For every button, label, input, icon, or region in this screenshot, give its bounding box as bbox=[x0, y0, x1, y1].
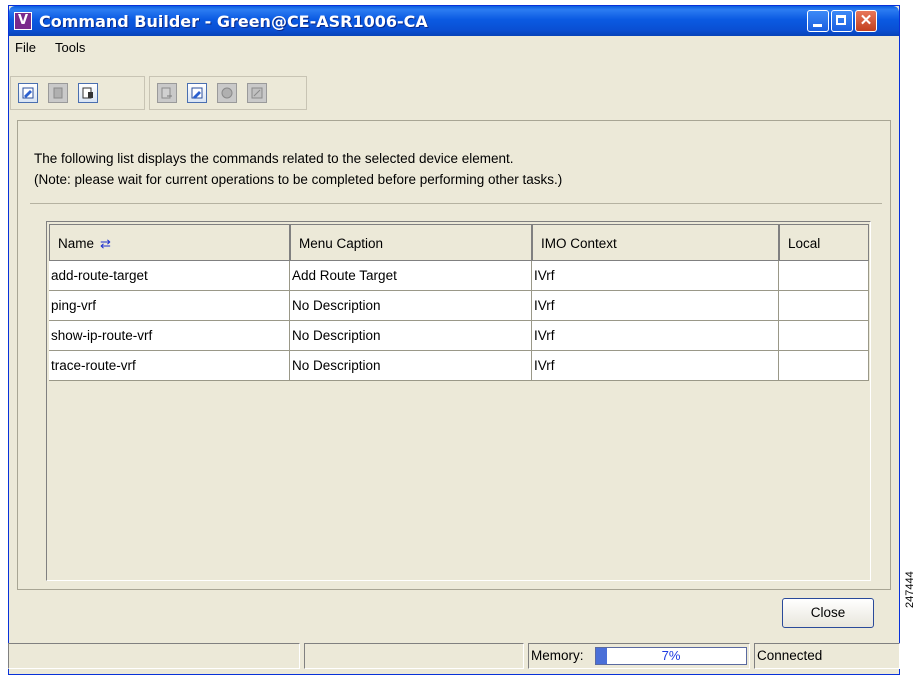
figure-number: 247444 bbox=[904, 571, 916, 608]
cell-menu-caption: No Description bbox=[290, 291, 532, 321]
app-icon: V bbox=[14, 12, 32, 30]
title-bar[interactable]: V Command Builder - Green@CE-ASR1006-CA bbox=[9, 6, 899, 36]
window-title: Command Builder - Green@CE-ASR1006-CA bbox=[39, 12, 428, 31]
column-header-name[interactable]: Name ⇄ bbox=[49, 224, 290, 261]
cell-local bbox=[779, 261, 869, 291]
cell-local bbox=[779, 291, 869, 321]
menu-tools[interactable]: Tools bbox=[55, 40, 85, 55]
column-header-name-label: Name bbox=[58, 236, 95, 251]
maximize-button[interactable] bbox=[831, 10, 853, 32]
menu-file[interactable]: File bbox=[15, 40, 36, 55]
commands-table[interactable]: Name ⇄ Menu Caption IMO Context Local add… bbox=[46, 221, 871, 581]
memory-value: 7% bbox=[661, 648, 681, 663]
deploy-command-icon[interactable] bbox=[217, 83, 237, 103]
cell-imo-context: IVrf bbox=[532, 291, 779, 321]
view-command-icon[interactable] bbox=[247, 83, 267, 103]
cell-imo-context: IVrf bbox=[532, 351, 779, 381]
status-field-1 bbox=[8, 643, 300, 669]
memory-progress-bar: 7% bbox=[595, 647, 747, 665]
column-header-menu-caption-label: Menu Caption bbox=[299, 236, 384, 251]
minimize-button[interactable] bbox=[807, 10, 829, 32]
cell-imo-context: IVrf bbox=[532, 321, 779, 351]
column-header-local-label: Local bbox=[788, 236, 821, 251]
description-line-2: (Note: please wait for current operation… bbox=[34, 172, 563, 187]
new-command-icon[interactable] bbox=[48, 83, 68, 103]
sort-icon: ⇄ bbox=[100, 236, 111, 251]
status-bar: Memory: 7% Connected bbox=[0, 643, 900, 669]
delete-command-icon[interactable] bbox=[78, 83, 98, 103]
menu-bar: File Tools bbox=[9, 37, 899, 59]
edit-command-icon[interactable] bbox=[18, 83, 38, 103]
main-panel: The following list displays the commands… bbox=[17, 120, 891, 590]
column-header-menu-caption[interactable]: Menu Caption bbox=[290, 224, 532, 261]
memory-field: Memory: 7% bbox=[528, 643, 750, 669]
cell-menu-caption: No Description bbox=[290, 321, 532, 351]
divider bbox=[30, 203, 882, 204]
cell-local bbox=[779, 351, 869, 381]
cell-imo-context: IVrf bbox=[532, 261, 779, 291]
column-header-imo-context[interactable]: IMO Context bbox=[532, 224, 779, 261]
import-command-icon[interactable] bbox=[157, 83, 177, 103]
description-line-1: The following list displays the commands… bbox=[34, 151, 514, 166]
close-button[interactable]: Close bbox=[782, 598, 874, 628]
memory-label: Memory: bbox=[531, 648, 584, 663]
toolbar-group-2 bbox=[149, 76, 307, 110]
cell-name: show-ip-route-vrf bbox=[49, 321, 290, 351]
close-window-button[interactable] bbox=[855, 10, 877, 32]
cell-menu-caption: Add Route Target bbox=[290, 261, 532, 291]
toolbar-group-1 bbox=[10, 76, 145, 110]
cell-local bbox=[779, 321, 869, 351]
cell-name: trace-route-vrf bbox=[49, 351, 290, 381]
cell-name: ping-vrf bbox=[49, 291, 290, 321]
export-command-icon[interactable] bbox=[187, 83, 207, 103]
cell-name: add-route-target bbox=[49, 261, 290, 291]
connection-status: Connected bbox=[754, 643, 900, 669]
column-header-local[interactable]: Local bbox=[779, 224, 869, 261]
column-header-imo-context-label: IMO Context bbox=[541, 236, 617, 251]
status-field-2 bbox=[304, 643, 524, 669]
cell-menu-caption: No Description bbox=[290, 351, 532, 381]
